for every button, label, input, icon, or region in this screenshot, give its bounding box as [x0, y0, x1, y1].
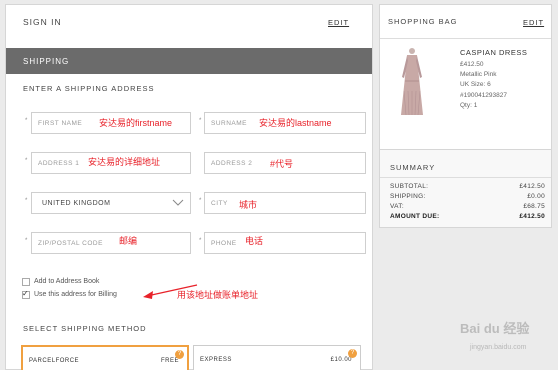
required-mark: * — [25, 198, 28, 204]
surname-note: 安达易的lastname — [259, 118, 332, 128]
signin-title: SIGN IN — [23, 17, 62, 27]
product-size: UK Size: 6 — [460, 81, 491, 88]
summary-value: £412.50 — [519, 213, 545, 220]
country-value: UNITED KINGDOM — [42, 200, 111, 207]
required-mark: * — [25, 118, 28, 124]
billing-note: 用该地址做账单地址 — [177, 290, 259, 300]
address2-placeholder: ADDRESS 2 — [211, 160, 253, 167]
method-price: £10.00 — [330, 357, 352, 363]
required-mark: * — [199, 238, 202, 244]
country-select[interactable]: UNITED KINGDOM — [31, 192, 191, 214]
address1-note: 安达易的详细地址 — [88, 157, 161, 167]
summary-row-subtotal: SUBTOTAL: £412.50 — [390, 183, 545, 190]
city-note: 城市 — [239, 200, 258, 210]
summary-panel: SUMMARY SUBTOTAL: £412.50 SHIPPING: £0.0… — [379, 150, 552, 228]
shipping-title: SHIPPING — [23, 57, 70, 66]
shopping-bag-title: SHOPPING BAG — [388, 17, 458, 26]
required-mark: * — [25, 238, 28, 244]
summary-value: £68.75 — [523, 203, 545, 210]
product-price: £412.50 — [460, 61, 484, 68]
phone-placeholder: PHONE — [211, 240, 237, 247]
summary-label: SHIPPING: — [390, 193, 426, 200]
surname-placeholder: SURNAME — [211, 120, 248, 127]
phone-note: 电话 — [245, 236, 264, 246]
checkmark-icon: ✓ — [22, 289, 29, 298]
product-qty: Qty: 1 — [460, 102, 478, 109]
summary-label: SUBTOTAL: — [390, 183, 429, 190]
summary-row-shipping: SHIPPING: £0.00 — [390, 193, 545, 200]
method-name: EXPRESS — [200, 357, 232, 363]
summary-label: VAT: — [390, 203, 404, 210]
zip-placeholder: ZIP/POSTAL CODE — [38, 240, 103, 247]
use-for-billing-label: Use this address for Billing — [34, 291, 117, 298]
required-mark: * — [25, 158, 28, 164]
zip-field[interactable]: ZIP/POSTAL CODE — [31, 232, 191, 254]
summary-row-amount-due: AMOUNT DUE: £412.50 — [390, 213, 545, 220]
add-to-address-book-checkbox[interactable] — [22, 278, 30, 286]
address-section-title: ENTER A SHIPPING ADDRESS — [23, 84, 155, 93]
product-image[interactable] — [392, 47, 432, 119]
bag-edit-link[interactable]: EDIT — [523, 18, 544, 27]
watermark-url: jingyan.baidu.com — [470, 344, 527, 351]
shipping-method-express[interactable]: EXPRESS £10.00 ? — [193, 345, 361, 370]
address2-note: #代号 — [270, 159, 294, 169]
required-mark: * — [199, 118, 202, 124]
signin-edit-link[interactable]: EDIT — [328, 18, 349, 27]
divider — [380, 38, 551, 39]
checkout-panel: SIGN IN EDIT SHIPPING ENTER A SHIPPING A… — [5, 4, 373, 370]
divider — [380, 177, 551, 178]
product-name[interactable]: CASPIAN DRESS — [460, 48, 527, 57]
address1-placeholder: ADDRESS 1 — [38, 160, 80, 167]
product-sku: #190041293827 — [460, 92, 507, 99]
first-name-placeholder: FIRST NAME — [38, 120, 83, 127]
summary-value: £0.00 — [527, 193, 545, 200]
product-color: Metallic Pink — [460, 71, 497, 78]
shipping-method-parcelforce[interactable]: PARCELFORCE FREE ? — [21, 345, 189, 370]
summary-value: £412.50 — [519, 183, 545, 190]
summary-label: AMOUNT DUE: — [390, 213, 440, 220]
zip-note: 邮编 — [119, 236, 138, 246]
info-icon[interactable]: ? — [175, 350, 184, 359]
summary-title: SUMMARY — [390, 163, 436, 172]
summary-row-vat: VAT: £68.75 — [390, 203, 545, 210]
shipping-header: SHIPPING — [6, 48, 372, 74]
required-mark: * — [199, 198, 202, 204]
chevron-down-icon — [172, 199, 184, 206]
city-field[interactable]: CITY — [204, 192, 366, 214]
add-to-address-book-label: Add to Address Book — [34, 278, 100, 285]
method-price: FREE — [160, 358, 179, 364]
info-icon[interactable]: ? — [348, 349, 357, 358]
signin-section: SIGN IN EDIT — [6, 5, 372, 39]
watermark: Bai du 经验 — [460, 321, 530, 336]
first-name-note: 安达易的firstname — [99, 118, 173, 128]
city-placeholder: CITY — [211, 200, 228, 207]
shipping-method-title: SELECT SHIPPING METHOD — [23, 324, 147, 333]
shopping-bag-panel: SHOPPING BAG EDIT CASPIAN DRESS £412.50 … — [379, 4, 552, 150]
method-name: PARCELFORCE — [29, 358, 80, 364]
phone-field[interactable]: PHONE — [204, 232, 366, 254]
